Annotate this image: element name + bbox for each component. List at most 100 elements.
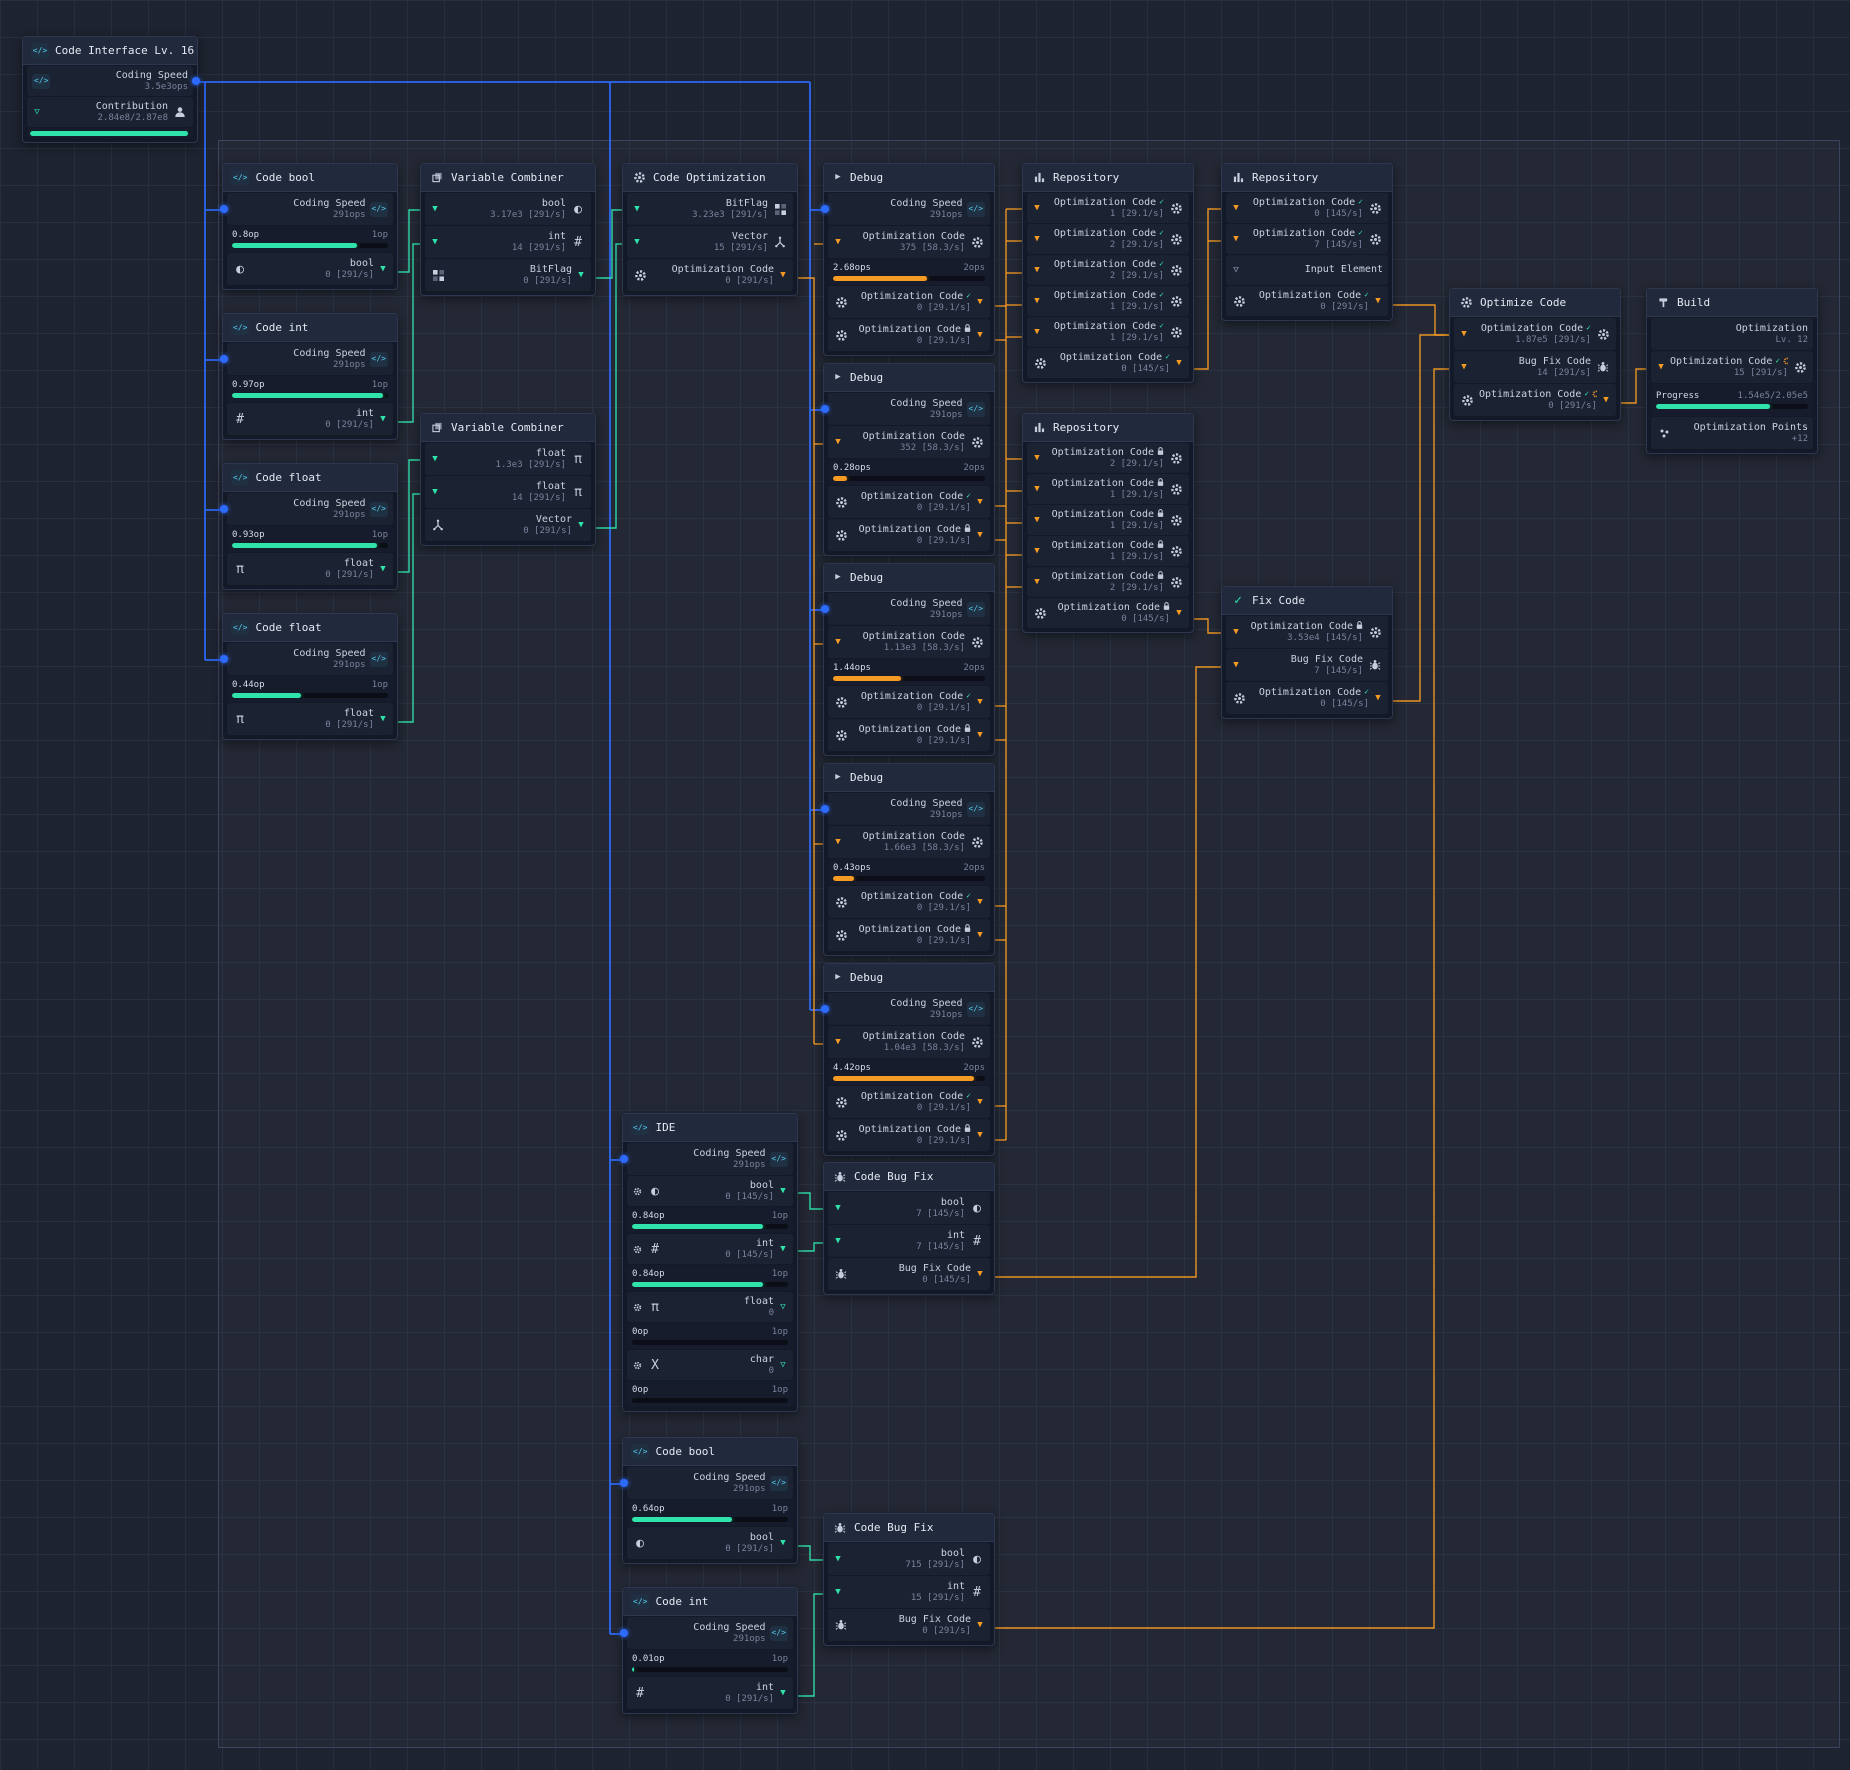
tri-teal-h-port[interactable]: ▽ [778,1360,788,1370]
node-header[interactable]: </> IDE [623,1114,797,1142]
node-debug-3[interactable]: ▶ Debug Coding Speed 291ops </> ▼ Optimization… [821,563,995,756]
tri-teal-port[interactable]: ▼ [833,1203,843,1213]
tri-orange-port[interactable]: ▼ [833,837,843,847]
node-header[interactable]: Repository [1222,164,1392,192]
node-header[interactable]: ✓ Fix Code [1222,587,1392,615]
node-header[interactable]: </> Code int [623,1588,797,1616]
node-code-optimization[interactable]: Code Optimization ▼ BitFlag 3.23e3 [291/s] ▼… [622,163,798,296]
tri-orange-port[interactable]: ▼ [1459,362,1469,372]
node-header[interactable]: Variable Combiner [421,414,595,442]
tri-orange-port[interactable]: ▼ [975,1097,985,1107]
node-header[interactable]: </> Code int [223,314,397,342]
blue-port[interactable] [821,405,829,413]
tri-orange-port[interactable]: ▼ [1656,362,1666,372]
tri-orange-port[interactable]: ▼ [1601,395,1611,405]
tri-orange-port[interactable]: ▼ [975,497,985,507]
node-repository-1[interactable]: Repository ▼ Optimization Code ✓ 1 [29.1/s] ▼… [1022,163,1194,383]
tri-teal-port[interactable]: ▼ [778,1186,788,1196]
node-code-bool-2[interactable]: </> Code bool Coding Speed 291ops </> 0.64op 1… [620,1437,798,1564]
blue-port[interactable] [220,655,228,663]
blue-port[interactable] [220,355,228,363]
tri-orange-port[interactable]: ▼ [975,1130,985,1140]
tri-orange-port[interactable]: ▼ [1032,234,1042,244]
blue-port[interactable] [220,205,228,213]
node-header[interactable]: </> Code float [223,614,397,642]
tri-orange-port[interactable]: ▼ [975,897,985,907]
tri-orange-port[interactable]: ▼ [1032,546,1042,556]
tri-orange-port[interactable]: ▼ [1231,203,1241,213]
node-debug-4[interactable]: ▶ Debug Coding Speed 291ops </> ▼ Optimization… [821,763,995,956]
tri-orange-port[interactable]: ▼ [778,270,788,280]
node-repository-3[interactable]: Repository ▼ Optimization Code ✓ 0 [145/s] ▼ O… [1221,163,1393,321]
tri-teal-port[interactable]: ▼ [378,414,388,424]
tri-orange-port[interactable]: ▼ [975,1620,985,1630]
node-header[interactable]: Repository [1023,164,1193,192]
node-fix-code[interactable]: ✓ Fix Code ▼ Optimization Code 3.53e4 [145/s… [1221,586,1393,719]
tri-orange-port[interactable]: ▼ [1459,329,1469,339]
node-header[interactable]: </> Code Interface Lv. 16 [23,37,197,65]
node-header[interactable]: ▶ Debug [824,764,994,792]
tri-orange-port[interactable]: ▼ [1174,608,1184,618]
node-var-combiner-2[interactable]: Variable Combiner ▼ float 1.3e3 [291/s] π ▼ fl… [420,413,596,546]
tri-gray-h-port[interactable]: ▽ [1231,265,1241,275]
node-build[interactable]: Build Optimization Lv. 12 ▼ Optimization Cod… [1646,288,1818,454]
tri-orange-port[interactable]: ▼ [1231,627,1241,637]
node-header[interactable]: </> Code bool [623,1438,797,1466]
tri-orange-port[interactable]: ▼ [1032,265,1042,275]
blue-port[interactable] [620,1629,628,1637]
tri-orange-port[interactable]: ▼ [975,697,985,707]
blue-port[interactable] [620,1479,628,1487]
tri-teal-port[interactable]: ▼ [378,564,388,574]
tri-orange-port[interactable]: ▼ [833,237,843,247]
blue-port[interactable] [821,605,829,613]
node-header[interactable]: Optimize Code [1450,289,1620,317]
blue-port[interactable] [220,505,228,513]
tri-orange-port[interactable]: ▼ [833,437,843,447]
node-code-float-2[interactable]: </> Code float Coding Speed 291ops </> 0.44op… [220,613,398,740]
tri-teal-port[interactable]: ▼ [833,1554,843,1564]
blue-port[interactable] [821,1005,829,1013]
tri-orange-port[interactable]: ▼ [975,297,985,307]
tri-teal-port[interactable]: ▼ [632,237,642,247]
node-header[interactable]: </> Code bool [223,164,397,192]
node-header[interactable]: Build [1647,289,1817,317]
tri-orange-port[interactable]: ▼ [833,1037,843,1047]
tri-teal-port[interactable]: ▼ [430,454,440,464]
blue-port[interactable] [620,1155,628,1163]
node-header[interactable]: Code Bug Fix [824,1163,994,1191]
tri-orange-port[interactable]: ▼ [975,930,985,940]
node-repository-2[interactable]: Repository ▼ Optimization Code 2 [29.1/s] ▼ O… [1022,413,1194,633]
node-code-int-1[interactable]: </> Code int Coding Speed 291ops </> 0.97op 1o… [220,313,398,440]
tri-teal-port[interactable]: ▼ [430,237,440,247]
node-code-bug-fix-1[interactable]: Code Bug Fix ▼ bool 7 [145/s] ◐ ▼ int 7 [145/s]… [823,1162,995,1295]
node-code-bug-fix-2[interactable]: Code Bug Fix ▼ bool 715 [291/s] ◐ ▼ int 15 [291… [823,1513,995,1646]
node-header[interactable]: Code Optimization [623,164,797,192]
node-debug-1[interactable]: ▶ Debug Coding Speed 291ops </> ▼ Optimization… [821,163,995,356]
tri-orange-port[interactable]: ▼ [1032,577,1042,587]
node-debug-2[interactable]: ▶ Debug Coding Speed 291ops </> ▼ Optimization… [821,363,995,556]
tri-teal-port[interactable]: ▼ [833,1236,843,1246]
tri-teal-port[interactable]: ▼ [378,714,388,724]
node-code-float-1[interactable]: </> Code float Coding Speed 291ops </> 0.93op… [220,463,398,590]
tri-orange-port[interactable]: ▼ [975,1269,985,1279]
blue-port[interactable] [821,205,829,213]
node-header[interactable]: </> Code float [223,464,397,492]
tri-teal-port[interactable]: ▼ [778,1688,788,1698]
tri-orange-port[interactable]: ▼ [1032,484,1042,494]
node-header[interactable]: Variable Combiner [421,164,595,192]
node-ide[interactable]: </> IDE Coding Speed 291ops </> ◐ bool 0 [145/s… [620,1113,798,1412]
tri-teal-port[interactable]: ▼ [778,1538,788,1548]
tri-orange-port[interactable]: ▼ [1032,296,1042,306]
tri-orange-port[interactable]: ▼ [975,530,985,540]
node-header[interactable]: ▶ Debug [824,564,994,592]
tri-orange-port[interactable]: ▼ [1373,693,1383,703]
node-header[interactable]: ▶ Debug [824,964,994,992]
tri-teal-port[interactable]: ▼ [378,264,388,274]
tri-orange-port[interactable]: ▼ [833,637,843,647]
node-optimize-code[interactable]: Optimize Code ▼ Optimization Code ✓ 1.87e5 [… [1449,288,1621,421]
node-debug-5[interactable]: ▶ Debug Coding Speed 291ops </> ▼ Optimization… [821,963,995,1156]
tri-teal-port[interactable]: ▼ [632,204,642,214]
node-code-int-2[interactable]: </> Code int Coding Speed 291ops </> 0.01op 1o… [620,1587,798,1714]
tri-teal-h-port[interactable]: ▽ [32,107,42,117]
tri-teal-h-port[interactable]: ▽ [778,1302,788,1312]
